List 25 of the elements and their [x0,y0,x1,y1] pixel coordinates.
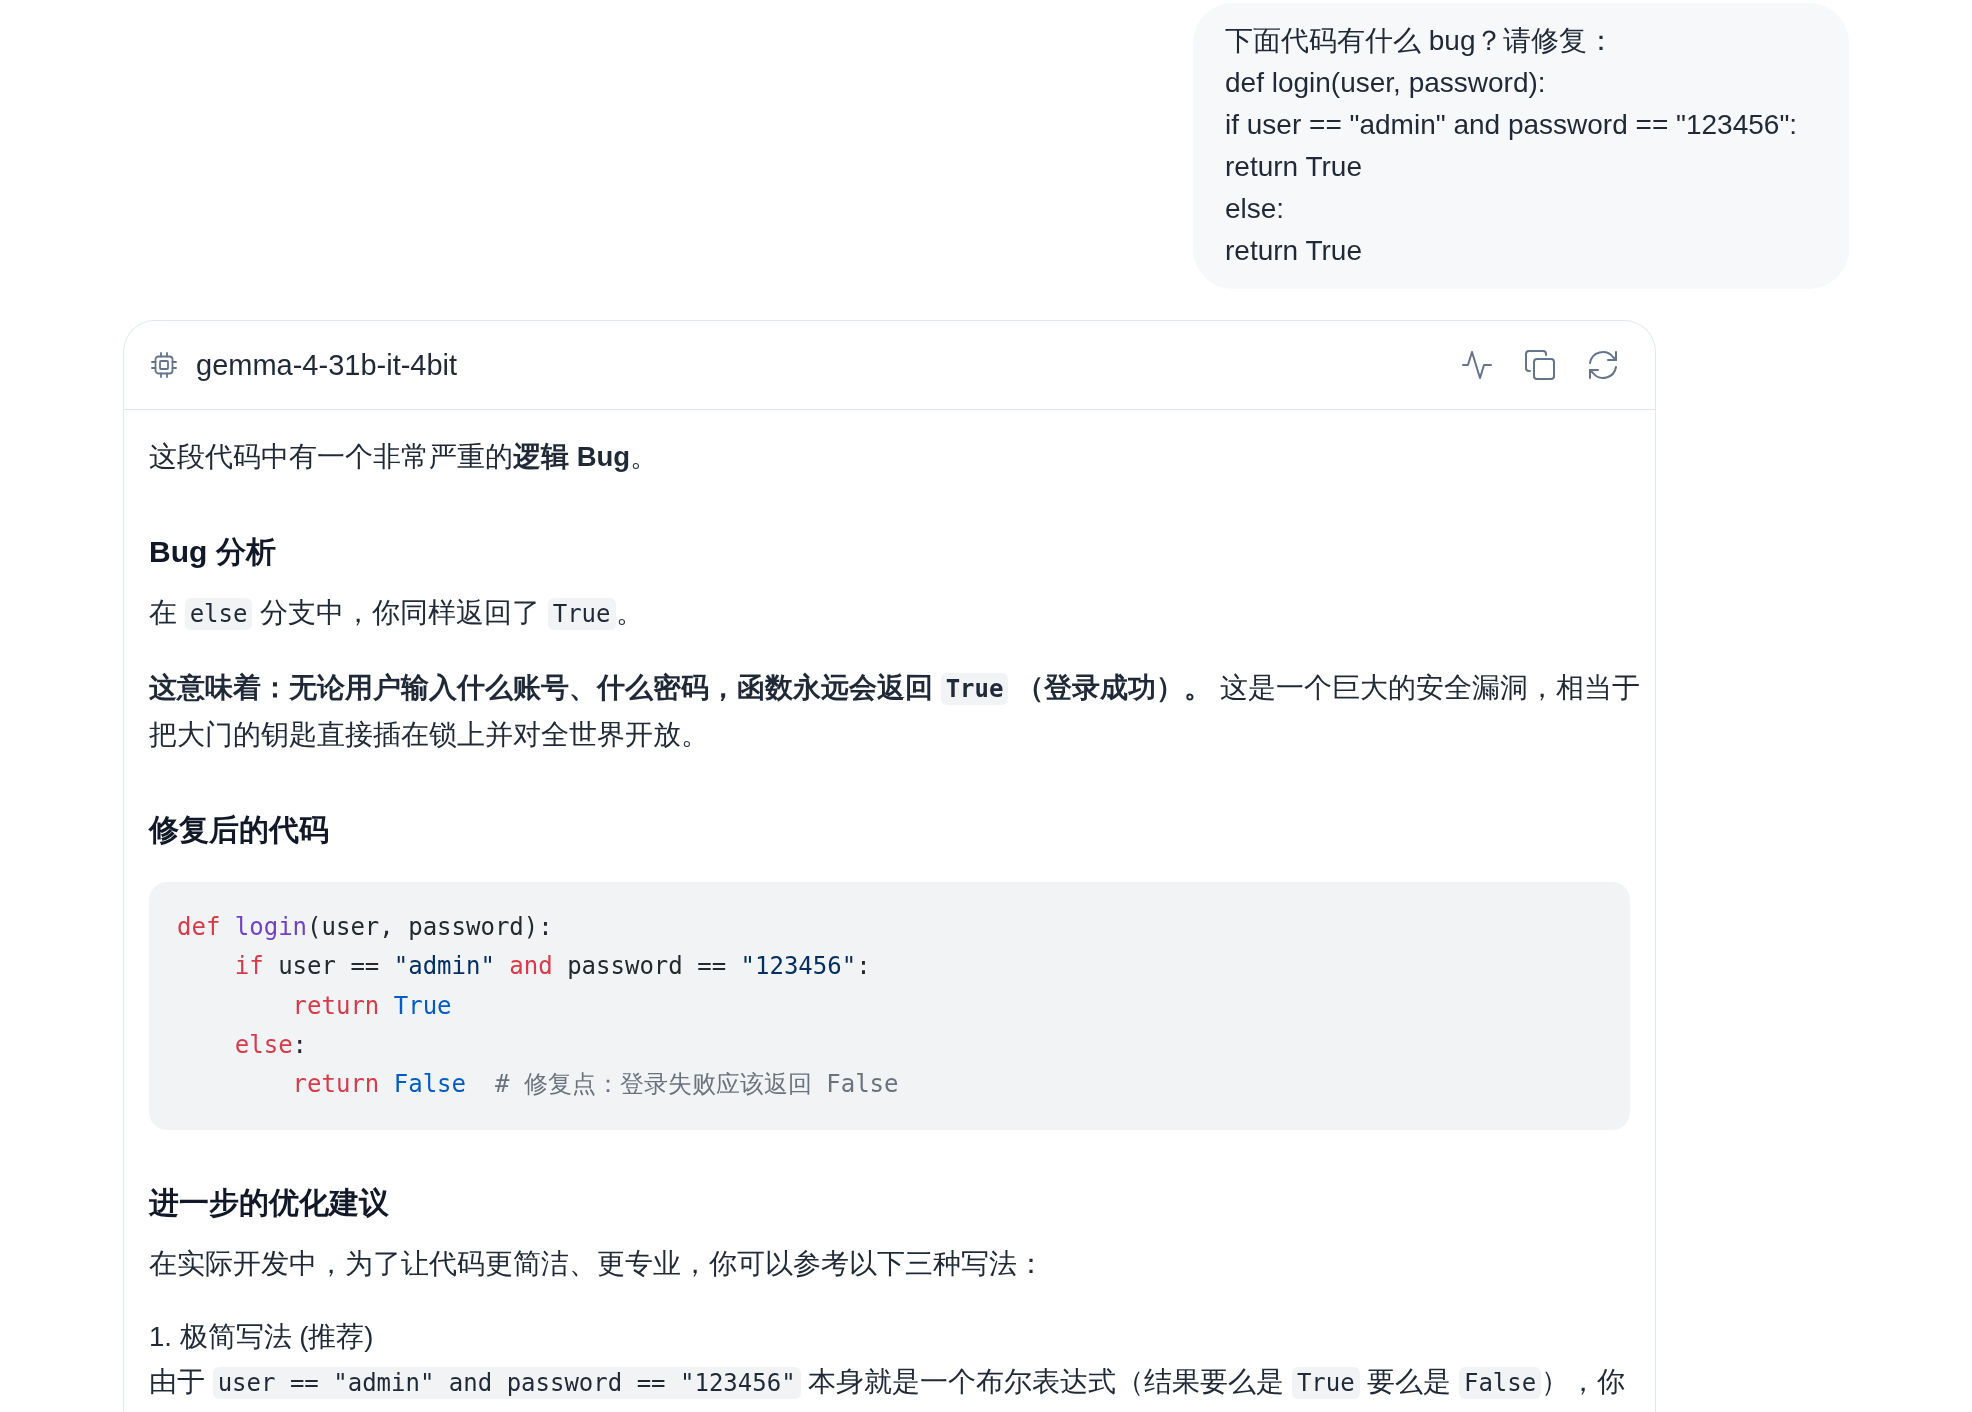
chip-icon [151,352,177,378]
paragraph: 在实际开发中，为了让代码更简洁、更专业，你可以参考以下三种写法： [149,1247,1046,1282]
code-line: if user == "admin" and password == "123456": [233,951,872,983]
paragraph: 这意味着：无论用户输入什么账号、什么密码，函数永远会返回 True （登录成功）。 这是一个巨大的安全漏洞，相当于把大门的钥匙直接插在锁上并对全世界开放。 [149,671,1641,752]
paragraph: 这段代码中有一个非常严重的逻辑 Bug。 [149,440,660,474]
paragraph: 由于 user == "admin" and password == "123456" 本身就是一个布尔表达式（结果要么是 True 要么是 False ），你 [149,1365,1627,1402]
code-line: return True [291,990,453,1022]
code-line: else: [233,1029,309,1061]
section-heading: 进一步的优化建议 [149,1185,390,1222]
list-item-text: 1. 极简写法 (推荐) [149,1320,375,1355]
message-line: def login(user, password): [1225,66,1547,100]
model-name: gemma-4-31b-it-4bit [196,348,458,382]
message-line: 下面代码有什么 bug？请修复： [1225,24,1617,58]
code-line: def login(user, password): [177,912,554,943]
refresh-icon[interactable] [1588,350,1618,380]
message-line: if user == "admin" and password == "123456": [1225,108,1799,142]
pulse-icon[interactable] [1462,350,1492,380]
section-heading: Bug 分析 [149,534,277,570]
message-line: return True [1225,234,1363,268]
code-line: return False # 修复点：登录失败应该返回 False [291,1069,900,1101]
section-heading: 修复后的代码 [149,812,330,848]
message-line: return True [1225,150,1363,184]
copy-icon[interactable] [1525,350,1555,380]
message-line: else: [1225,192,1286,226]
paragraph: 在 else 分支中，你同样返回了 True 。 [149,596,645,632]
